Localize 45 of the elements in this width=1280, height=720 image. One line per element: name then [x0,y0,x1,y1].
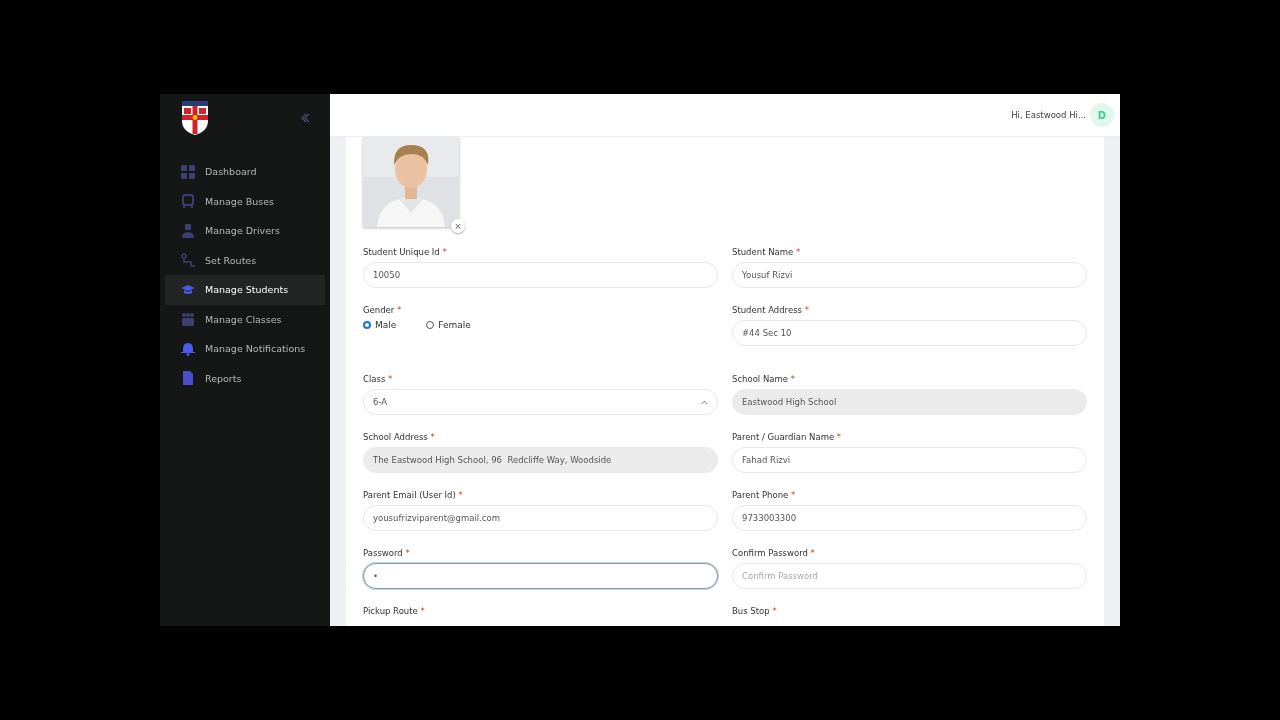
field-label: Bus Stop * [732,606,778,616]
field-label: Parent Email (User Id) * [363,490,464,500]
field-label: Parent Phone * [732,490,797,500]
field-label: Pickup Route * [363,606,426,616]
field-label: Student Unique Id * [363,247,448,257]
field-label: Gender * [363,305,403,315]
collapse-chevron-icon[interactable] [300,113,310,123]
input-field[interactable]: 10050 [363,262,718,288]
input-field[interactable]: Fahad Rizvi [732,447,1087,473]
sidebar-item[interactable]: Dashboard [165,157,325,187]
bell-icon [181,341,195,356]
route-icon [181,253,195,268]
field-label: School Address * [363,432,436,442]
field-label: Student Address * [732,305,810,315]
input-field[interactable]: yousufrizviparent@gmail.com [363,505,718,531]
field-label: Confirm Password * [732,548,816,558]
field-label: Password * [363,548,411,558]
graduation-cap-icon [181,282,195,297]
sidebar-item[interactable]: Manage Notifications [165,334,325,364]
document-icon [181,371,195,386]
input-field[interactable]: 9733003300 [732,505,1087,531]
caret-icon [701,399,708,405]
field-label: Student Name * [732,247,802,257]
sidebar-item[interactable]: Manage Drivers [165,216,325,246]
sidebar-item[interactable]: Reports [165,363,325,393]
people-icon [181,312,195,327]
user-greeting: Hi, Eastwood Hi... [1011,110,1086,120]
input-field[interactable]: Yousuf Rizvi [732,262,1087,288]
bus-icon [181,194,195,209]
field-label: School Name * [732,374,796,384]
sidebar-item[interactable]: Manage Buses [165,186,325,216]
sidebar-item[interactable]: Set Routes [165,245,325,275]
input-field[interactable]: • [363,563,718,589]
class-select[interactable]: 6-A [363,389,718,415]
radio-option[interactable]: Female [426,320,471,330]
field-label: Parent / Guardian Name * [732,432,843,442]
school-crest-logo [182,101,208,135]
grid-icon [181,164,195,179]
sidebar-item[interactable]: Manage Students [165,275,325,305]
radio-option[interactable]: Male [363,320,397,330]
field-label: Class * [363,374,394,384]
remove-photo-button[interactable]: × [451,219,465,233]
person-icon [181,223,195,238]
sidebar-item[interactable]: Manage Classes [165,304,325,334]
input-field[interactable]: #44 Sec 10 [732,320,1087,346]
